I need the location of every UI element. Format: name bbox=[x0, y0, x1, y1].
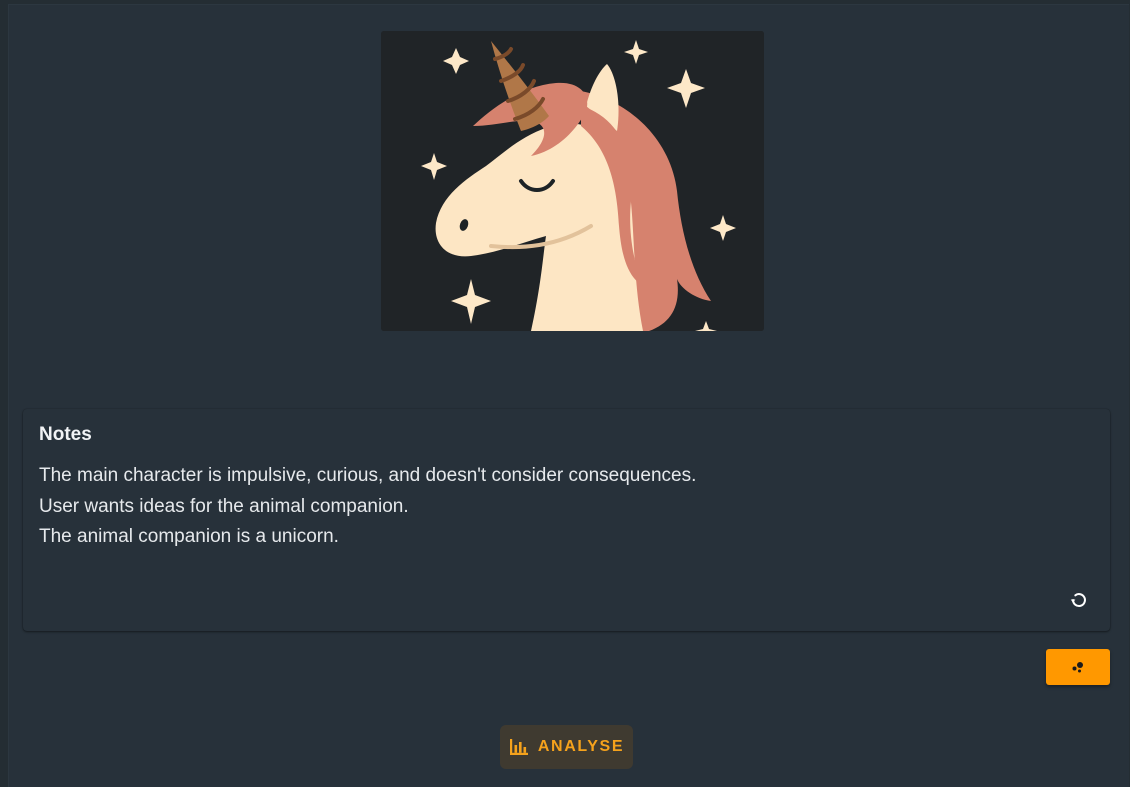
refresh-icon bbox=[1070, 593, 1086, 607]
bubbles-icon bbox=[1072, 662, 1083, 673]
unicorn-image bbox=[381, 31, 764, 331]
analyse-button[interactable]: ANALYSE bbox=[500, 725, 633, 769]
generate-ideas-button[interactable] bbox=[1046, 649, 1110, 685]
analyse-label: ANALYSE bbox=[537, 738, 625, 755]
unicorn-illustration bbox=[381, 31, 764, 331]
notes-content[interactable]: The main character is impulsive, curious… bbox=[39, 461, 696, 553]
notes-line: User wants ideas for the animal companio… bbox=[39, 495, 409, 517]
notes-line: The animal companion is a unicorn. bbox=[39, 526, 339, 547]
notes-line: The main character is impulsive, curious… bbox=[39, 465, 697, 486]
notes-title: Notes bbox=[39, 424, 92, 445]
reset-notes-button[interactable] bbox=[1066, 587, 1092, 613]
bar-chart-icon bbox=[509, 739, 528, 755]
notes-card: Notes The main character is impulsive, c… bbox=[23, 409, 1110, 631]
